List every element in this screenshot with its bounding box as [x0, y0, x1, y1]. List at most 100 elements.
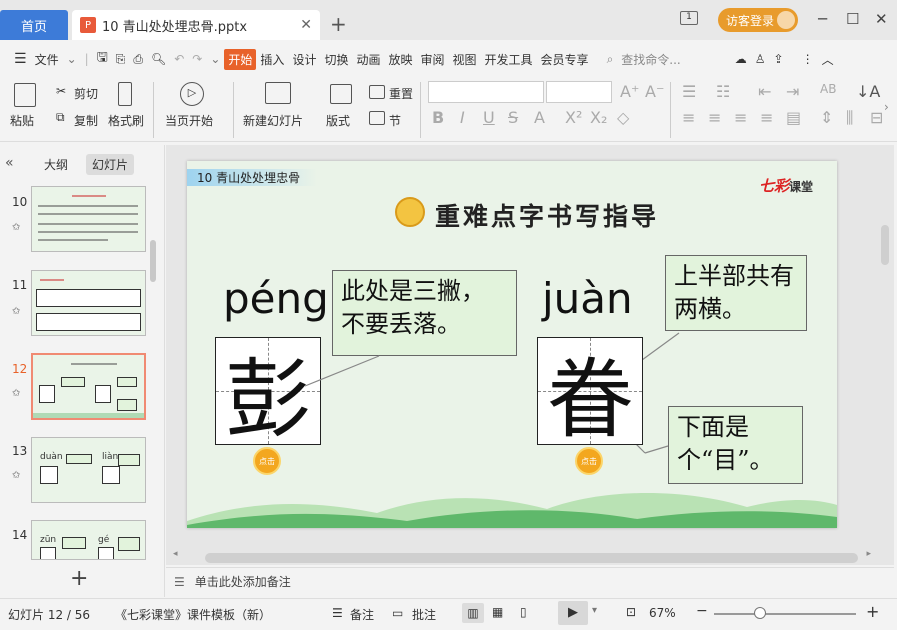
slide-sorter-icon[interactable]: ▦: [492, 605, 503, 619]
remarks-button[interactable]: 备注: [350, 606, 374, 623]
comments-button[interactable]: 批注: [412, 606, 436, 623]
share-icon[interactable]: ⇪: [770, 52, 788, 66]
slide-thumbnail-12[interactable]: [31, 353, 146, 420]
horizontal-scroll-thumb[interactable]: [205, 553, 858, 563]
section-button[interactable]: 节: [389, 112, 401, 129]
slide-thumbnail-10[interactable]: [31, 186, 146, 252]
slide[interactable]: 10 青山处处埋忠骨 七彩课堂 重难点字书写指导 péng 彭 此处是三撇，不要…: [187, 161, 837, 528]
new-slide-icon[interactable]: [265, 82, 291, 104]
slide-thumbnail-14[interactable]: zūn gé: [31, 520, 146, 560]
zoom-level[interactable]: 67%: [649, 606, 676, 620]
section-icon[interactable]: [369, 111, 385, 125]
menu-review[interactable]: 审阅: [417, 51, 449, 68]
zoom-slider-handle[interactable]: [754, 607, 766, 619]
reset-button[interactable]: 重置: [389, 85, 413, 102]
vertical-scroll-thumb[interactable]: [881, 225, 889, 265]
distribute-icon[interactable]: ▤: [786, 108, 801, 127]
cut-icon[interactable]: ✂: [56, 84, 66, 98]
close-window-icon[interactable]: ✕: [875, 10, 888, 28]
bold-icon[interactable]: B: [432, 108, 444, 127]
maximize-icon[interactable]: ☐: [846, 10, 859, 28]
slideshow-dropdown-icon[interactable]: ▾: [592, 605, 597, 616]
menu-developer[interactable]: 开发工具: [481, 51, 537, 68]
underline-icon[interactable]: U: [483, 108, 495, 127]
bullet-list-icon[interactable]: ☰: [682, 82, 696, 101]
format-painter-button[interactable]: 格式刷: [108, 112, 144, 129]
play-slideshow-icon[interactable]: ▶: [558, 601, 588, 625]
notes-placeholder[interactable]: 单击此处添加备注: [195, 573, 291, 590]
paste-icon[interactable]: [14, 83, 36, 107]
quick-access-dropdown-icon[interactable]: ⌄: [206, 52, 224, 66]
menu-animation[interactable]: 动画: [352, 51, 384, 68]
zoom-out-icon[interactable]: −: [696, 603, 708, 619]
font-name-select[interactable]: [428, 81, 544, 103]
new-slide-button[interactable]: 新建幻灯片: [243, 112, 303, 129]
numbered-list-icon[interactable]: ☷: [716, 82, 730, 101]
text-box-icon[interactable]: ⊟: [870, 108, 883, 127]
menu-design[interactable]: 设计: [288, 51, 320, 68]
print-preview-icon[interactable]: 🔍︎: [147, 52, 170, 66]
columns-icon[interactable]: ⫼: [846, 108, 853, 128]
line-spacing-icon[interactable]: ↓A: [856, 82, 880, 101]
layout-icon[interactable]: [330, 84, 352, 104]
font-color-icon[interactable]: A: [534, 108, 545, 127]
click-button-right[interactable]: 点击: [575, 447, 603, 475]
italic-icon[interactable]: I: [460, 108, 465, 127]
copy-button[interactable]: 复制: [74, 112, 98, 129]
tab-slides[interactable]: 幻灯片: [86, 154, 135, 175]
print-icon[interactable]: ⎙: [129, 52, 147, 67]
zoom-slider[interactable]: [714, 613, 856, 615]
ribbon-scroll-right-icon[interactable]: ›: [884, 100, 889, 114]
close-tab-icon[interactable]: ✕: [300, 17, 312, 33]
fit-window-icon[interactable]: ⊡: [626, 605, 636, 619]
comment-icon[interactable]: ▭: [392, 606, 403, 620]
paragraph-spacing-icon[interactable]: ⇕: [820, 108, 833, 127]
search-icon[interactable]: ⌕: [603, 52, 618, 67]
notes-bar[interactable]: ☰ 单击此处添加备注: [166, 567, 894, 595]
slides-panel-scrollbar[interactable]: [150, 240, 156, 282]
copy-icon[interactable]: ⧉: [56, 110, 65, 125]
menu-member[interactable]: 会员专享: [537, 51, 593, 68]
increase-font-icon[interactable]: A⁺: [620, 82, 639, 101]
menu-transition[interactable]: 切换: [320, 51, 352, 68]
superscript-icon[interactable]: X²: [565, 108, 582, 127]
export-pdf-icon[interactable]: ⎘: [112, 52, 130, 67]
play-icon[interactable]: ▷: [180, 82, 204, 106]
reset-icon[interactable]: [369, 85, 385, 99]
increase-indent-icon[interactable]: ⇥: [786, 82, 799, 101]
home-tab[interactable]: 首页: [0, 10, 68, 40]
reading-view-icon[interactable]: ▯: [520, 605, 527, 619]
chevron-down-icon[interactable]: ⌄: [63, 52, 81, 66]
strikethrough-icon[interactable]: S: [508, 108, 518, 127]
visitor-login-button[interactable]: 访客登录: [718, 8, 798, 32]
hamburger-icon[interactable]: ☰: [10, 51, 31, 67]
slide-thumbnail-13[interactable]: duàn liàn: [31, 437, 146, 503]
normal-view-icon[interactable]: ▥: [462, 603, 484, 623]
remarks-icon[interactable]: ☰: [332, 606, 343, 620]
undo-icon[interactable]: ↶: [170, 52, 188, 66]
subscript-icon[interactable]: X₂: [590, 108, 607, 127]
zoom-in-icon[interactable]: +: [866, 602, 879, 621]
paste-button[interactable]: 粘贴: [10, 112, 34, 129]
search-command-field[interactable]: 查找命令...: [617, 51, 684, 68]
cloud-sync-icon[interactable]: ☁: [731, 52, 751, 66]
cut-button[interactable]: 剪切: [74, 85, 98, 102]
menu-file[interactable]: 文件: [31, 51, 63, 68]
window-count-icon[interactable]: 1: [680, 11, 698, 25]
slide-thumbnail-11[interactable]: [31, 270, 146, 336]
align-right-icon[interactable]: ≡: [734, 108, 747, 127]
decrease-font-icon[interactable]: A⁻: [645, 82, 664, 101]
more-options-icon[interactable]: ⋮: [798, 52, 818, 66]
clear-format-icon[interactable]: ◇: [617, 108, 629, 127]
new-tab-icon[interactable]: +: [330, 12, 347, 36]
menu-start[interactable]: 开始: [224, 48, 257, 70]
save-icon[interactable]: 🖫: [93, 48, 112, 70]
text-direction-icon[interactable]: AB: [820, 82, 836, 96]
click-button-left[interactable]: 点击: [253, 447, 281, 475]
collapse-panel-icon[interactable]: «: [5, 155, 14, 171]
tab-outline[interactable]: 大纲: [44, 156, 68, 173]
collapse-ribbon-icon[interactable]: ︿: [818, 51, 838, 68]
format-painter-icon[interactable]: [118, 82, 132, 106]
align-left-icon[interactable]: ≡: [682, 108, 695, 127]
menu-slideshow[interactable]: 放映: [384, 51, 416, 68]
